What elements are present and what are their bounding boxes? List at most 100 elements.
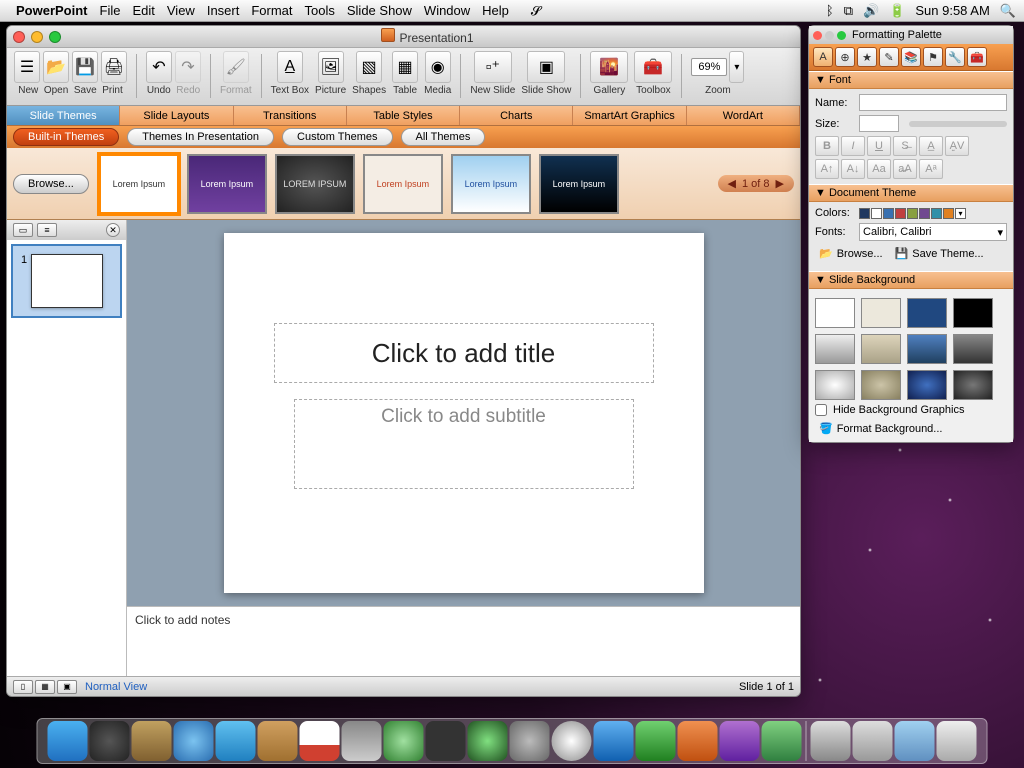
tab-charts[interactable]: Charts	[460, 106, 573, 125]
menu-insert[interactable]: Insert	[207, 3, 240, 18]
bg-thumbnail[interactable]	[815, 298, 855, 328]
tab-wordart[interactable]: WordArt	[687, 106, 800, 125]
open-icon[interactable]: 📂	[43, 51, 69, 83]
color-swatch[interactable]	[907, 208, 918, 219]
format-background-button[interactable]: 🪣 Format Background...	[815, 420, 1007, 437]
theme-thumbnail[interactable]: Lorem Ipsum	[451, 154, 531, 214]
background-section-header[interactable]: ▼ Slide Background	[809, 271, 1013, 289]
bg-thumbnail[interactable]	[907, 334, 947, 364]
decrease-font-icon[interactable]: A↓	[841, 159, 865, 179]
slide[interactable]: Click to add title Click to add subtitle	[224, 233, 704, 593]
notes-pane[interactable]: Click to add notes	[127, 606, 800, 676]
finder-icon[interactable]	[48, 721, 88, 761]
browse-theme-button[interactable]: 📂 Browse...	[815, 245, 887, 262]
subtitle-placeholder[interactable]: Click to add subtitle	[294, 399, 634, 489]
font-section-header[interactable]: ▼ Font	[809, 71, 1013, 89]
menu-view[interactable]: View	[167, 3, 195, 18]
palette-tab-review-icon[interactable]: ✎	[879, 47, 899, 67]
print-icon[interactable]: 🖨	[101, 51, 127, 83]
font-color-icon[interactable]: A̲	[919, 136, 943, 156]
mail-icon[interactable]	[132, 721, 172, 761]
spotlight-icon[interactable]: 🔍	[1000, 3, 1016, 19]
palette-tab-formatting-icon[interactable]: A	[813, 47, 833, 67]
undo-icon[interactable]: ↶	[146, 51, 172, 83]
menu-file[interactable]: File	[100, 3, 121, 18]
format-painter-icon[interactable]: 🖌	[223, 51, 249, 83]
trash-icon[interactable]	[937, 721, 977, 761]
ichat-icon[interactable]	[216, 721, 256, 761]
battery-icon[interactable]: 🔋	[889, 3, 905, 19]
gallery-icon[interactable]: 🌇	[590, 51, 628, 83]
tab-slide-layouts[interactable]: Slide Layouts	[120, 106, 233, 125]
titlebar[interactable]: Presentation1	[7, 26, 800, 48]
normal-view-icon[interactable]: ▯	[13, 680, 33, 694]
tab-smartart[interactable]: SmartArt Graphics	[573, 106, 686, 125]
shapes-icon[interactable]: ▧	[356, 51, 382, 83]
slideshow-view-icon[interactable]: ▣	[57, 680, 77, 694]
bg-thumbnail[interactable]	[861, 298, 901, 328]
menu-help[interactable]: Help	[482, 3, 509, 18]
theme-thumbnail[interactable]: Lorem Ipsum	[363, 154, 443, 214]
increase-font-icon[interactable]: A↑	[815, 159, 839, 179]
menu-tools[interactable]: Tools	[305, 3, 335, 18]
volume-icon[interactable]: 🔊	[863, 3, 879, 19]
subtab-all[interactable]: All Themes	[401, 128, 486, 146]
palette-tab-add-icon[interactable]: ⊕	[835, 47, 855, 67]
menu-format[interactable]: Format	[251, 3, 292, 18]
sorter-view-icon[interactable]: ▦	[35, 680, 55, 694]
pager-next-icon[interactable]: ▶	[776, 177, 784, 190]
theme-thumbnail[interactable]: Lorem Ipsum	[187, 154, 267, 214]
subtab-custom[interactable]: Custom Themes	[282, 128, 393, 146]
close-panel-icon[interactable]: ✕	[106, 223, 120, 237]
bg-thumbnail[interactable]	[907, 370, 947, 400]
zoom-value[interactable]: 69%	[691, 58, 727, 76]
bg-thumbnail[interactable]	[861, 370, 901, 400]
word-icon[interactable]	[594, 721, 634, 761]
bold-icon[interactable]: B	[815, 136, 839, 156]
spaces-icon[interactable]	[426, 721, 466, 761]
theme-section-header[interactable]: ▼ Document Theme	[809, 184, 1013, 202]
menu-window[interactable]: Window	[424, 3, 470, 18]
entourage-icon[interactable]	[720, 721, 760, 761]
script-menu-icon[interactable]: 𝓢	[531, 3, 541, 19]
title-placeholder[interactable]: Click to add title	[274, 323, 654, 383]
idvd-icon[interactable]	[552, 721, 592, 761]
dashboard-icon[interactable]	[90, 721, 130, 761]
hide-bg-checkbox[interactable]: Hide Background Graphics	[815, 404, 1007, 416]
zoom-dropdown-icon[interactable]: ▾	[729, 51, 744, 83]
documents-folder-icon[interactable]	[853, 721, 893, 761]
clear-format-icon[interactable]: a̶A	[893, 159, 917, 179]
palette-tab-project-icon[interactable]: 🧰	[967, 47, 987, 67]
menu-slideshow[interactable]: Slide Show	[347, 3, 412, 18]
safari-icon[interactable]	[174, 721, 214, 761]
theme-thumbnail[interactable]: Lorem Ipsum	[539, 154, 619, 214]
palette-zoom-icon[interactable]	[837, 31, 846, 40]
outline-view-icon[interactable]: ≡	[37, 223, 57, 237]
tab-table-styles[interactable]: Table Styles	[347, 106, 460, 125]
bluetooth-icon[interactable]: ᛒ	[826, 3, 834, 18]
font-size-input[interactable]	[859, 115, 899, 132]
preview-icon[interactable]	[342, 721, 382, 761]
browse-themes-button[interactable]: Browse...	[13, 174, 89, 194]
superscript-icon[interactable]: Aᵃ	[919, 159, 943, 179]
thumbnail-view-icon[interactable]: ▭	[13, 223, 33, 237]
close-button[interactable]	[13, 31, 25, 43]
strikethrough-icon[interactable]: S̶	[893, 136, 917, 156]
bg-thumbnail[interactable]	[815, 334, 855, 364]
menu-edit[interactable]: Edit	[132, 3, 154, 18]
bg-thumbnail[interactable]	[861, 334, 901, 364]
font-size-slider[interactable]	[909, 121, 1007, 127]
minimize-button[interactable]	[31, 31, 43, 43]
app-name[interactable]: PowerPoint	[16, 3, 88, 18]
theme-font-select[interactable]: Calibri, Calibri▾	[859, 223, 1007, 241]
change-case-icon[interactable]: Aa	[867, 159, 891, 179]
palette-tab-compatibility-icon[interactable]: ⚑	[923, 47, 943, 67]
color-swatch[interactable]	[871, 208, 882, 219]
palette-min-icon[interactable]	[825, 31, 834, 40]
char-spacing-icon[interactable]: A͍V	[945, 136, 969, 156]
downloads-folder-icon[interactable]	[811, 721, 851, 761]
color-swatch[interactable]	[919, 208, 930, 219]
slideshow-icon[interactable]: ▣	[527, 51, 565, 83]
palette-titlebar[interactable]: Formatting Palette	[809, 26, 1013, 44]
new-icon[interactable]: ☰	[14, 51, 40, 83]
